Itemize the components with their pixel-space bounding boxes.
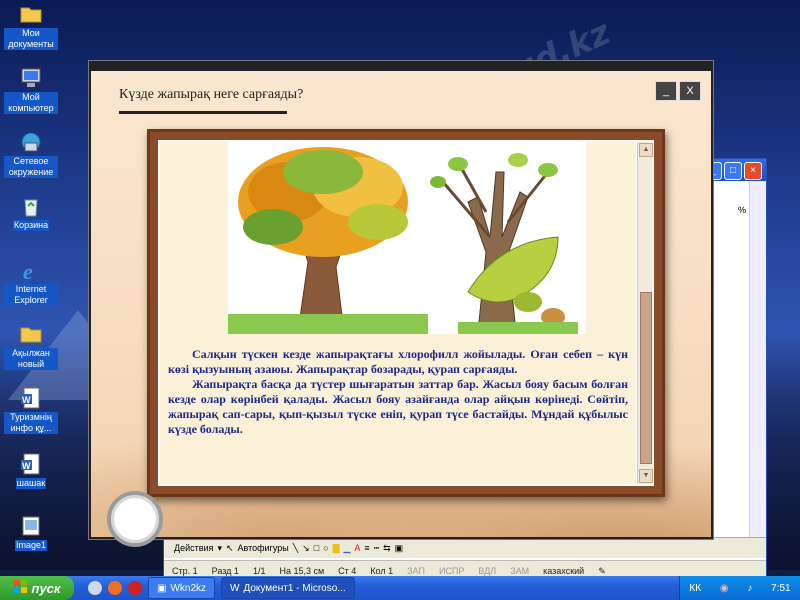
taskbar-item-wkn2kz[interactable]: ▣ Wkn2kz — [148, 577, 216, 599]
desktop-icon-label: Internet Explorer — [4, 284, 58, 306]
line-icon[interactable]: ╲ — [293, 543, 298, 554]
shadow-icon[interactable]: ▣ — [395, 543, 404, 554]
title-underline — [119, 111, 287, 114]
desktop-icon-turizm[interactable]: W Туризмнің инфо құ... — [4, 386, 58, 434]
task-label: Wkn2kz — [170, 582, 207, 594]
rectangle-icon[interactable]: □ — [314, 543, 319, 553]
clock[interactable]: 7:51 — [771, 583, 790, 594]
svg-text:W: W — [22, 395, 31, 405]
desktop-icon-label: шашак — [15, 478, 47, 489]
quick-launch — [74, 581, 142, 595]
arrow-icon[interactable]: ↘ — [302, 543, 310, 554]
actions-menu[interactable]: Действия — [174, 543, 213, 553]
content-scrollbar[interactable]: ▲ ▼ — [637, 142, 653, 484]
content-area: Салқын түскен кезде жапырақтағы хлорофил… — [158, 140, 654, 486]
word-doc-icon: W — [19, 386, 43, 410]
desktop-icon-akylzhan[interactable]: Ақылжан новый — [4, 322, 58, 370]
status-ovr[interactable]: ЗАМ — [510, 566, 529, 576]
desktop-icon-label: Мой компьютер — [4, 92, 58, 114]
task-label: Документ1 - Microso... — [243, 582, 346, 594]
status-language: казахский — [543, 566, 585, 576]
autumn-trees-illustration — [228, 142, 586, 334]
start-button[interactable]: пуск — [0, 576, 74, 600]
content-panel: Салқын түскен кезде жапырақтағы хлорофил… — [160, 142, 636, 484]
svg-text:e: e — [23, 259, 33, 282]
desktop-icon-my-computer[interactable]: Мой компьютер — [4, 66, 58, 114]
opera-icon[interactable] — [128, 581, 142, 595]
autoshapes-menu[interactable]: Автофигуры — [238, 543, 289, 553]
word-maximize-button[interactable]: □ — [724, 162, 742, 180]
lesson-paragraph: Салқын түскен кезде жапырақтағы хлорофил… — [168, 347, 628, 376]
desktop-icon-image1[interactable]: Image1 — [4, 514, 58, 551]
windows-logo-icon — [13, 579, 28, 597]
fill-color-icon[interactable]: ▇ — [333, 543, 340, 554]
antivirus-icon[interactable]: ◉ — [720, 583, 729, 594]
desktop-icon-recycle-bin[interactable]: Корзина — [4, 194, 58, 231]
chevron-down-icon: ▾ — [217, 542, 222, 553]
media-player-icon[interactable] — [108, 581, 122, 595]
word-close-button[interactable]: × — [744, 162, 762, 180]
computer-icon — [19, 66, 43, 90]
status-position: На 15,3 см — [279, 566, 325, 576]
system-tray: КК ◉ ♪ 7:51 — [679, 576, 800, 600]
lesson-text: Салқын түскен кезде жапырақтағы хлорофил… — [168, 347, 628, 437]
folder-icon — [19, 2, 43, 26]
desktop-icon-my-documents[interactable]: Мои документы — [4, 2, 58, 50]
svg-text:W: W — [22, 461, 31, 471]
volume-icon[interactable]: ♪ — [747, 583, 752, 594]
navigation-circle-button[interactable] — [107, 491, 163, 547]
scroll-up-button[interactable]: ▲ — [639, 143, 653, 157]
show-desktop-icon[interactable] — [88, 581, 102, 595]
status-pages: 1/1 — [252, 566, 266, 576]
word-drawing-toolbar: Действия ▾ ↖ Автофигуры ╲ ↘ □ ○ ▇ ▁ A ≡ … — [164, 537, 766, 558]
status-section: Разд 1 — [211, 566, 239, 576]
desktop-icon-label: Туризмнің инфо құ... — [4, 412, 58, 434]
dash-style-icon[interactable]: ┅ — [374, 543, 379, 554]
lesson-window: Күзде жапырақ неге сарғаяды? _ X Салқын … — [88, 60, 714, 547]
desktop-icon-shashak[interactable]: W шашак — [4, 452, 58, 489]
word-vertical-scrollbar[interactable] — [749, 181, 766, 537]
lesson-window-body: Күзде жапырақ неге сарғаяды? _ X Салқын … — [91, 71, 711, 547]
minimize-button[interactable]: _ — [655, 81, 677, 101]
arrow-style-icon[interactable]: ⇆ — [383, 543, 391, 554]
desktop-icon-internet-explorer[interactable]: e Internet Explorer — [4, 258, 58, 306]
taskbar-item-word[interactable]: W Документ1 - Microso... — [221, 577, 355, 599]
close-button[interactable]: X — [679, 81, 701, 101]
status-col: Кол 1 — [370, 566, 394, 576]
lesson-paragraph: Жапырақта басқа да түстер шығаратын затт… — [168, 377, 628, 436]
scroll-thumb[interactable] — [640, 292, 652, 464]
word-zoom-field[interactable]: % — [738, 205, 746, 215]
desktop-icon-label: Сетевое окружение — [4, 156, 58, 178]
oval-icon[interactable]: ○ — [323, 543, 328, 553]
language-indicator[interactable]: КК — [689, 583, 701, 594]
folder-icon — [19, 322, 43, 346]
image-icon — [19, 514, 43, 538]
desktop-icon-network[interactable]: Сетевое окружение — [4, 130, 58, 178]
spelling-icon[interactable]: ✎ — [598, 566, 606, 577]
status-ext[interactable]: ВДЛ — [478, 566, 496, 576]
desktop-icon-label: Image1 — [14, 540, 48, 551]
status-trk[interactable]: ИСПР — [439, 566, 464, 576]
start-label: пуск — [31, 580, 61, 596]
desktop-icon-label: Корзина — [12, 220, 50, 231]
line-style-icon[interactable]: ≡ — [364, 543, 369, 553]
recycle-bin-icon — [19, 194, 43, 218]
word-doc-icon: W — [19, 452, 43, 476]
pointer-icon[interactable]: ↖ — [226, 543, 234, 554]
status-line: Ст 4 — [338, 566, 357, 576]
scroll-down-button[interactable]: ▼ — [639, 469, 653, 483]
network-icon — [19, 130, 43, 154]
status-rec[interactable]: ЗАП — [407, 566, 425, 576]
app-window-icon: ▣ — [157, 582, 167, 594]
page-title: Күзде жапырақ неге сарғаяды? — [119, 87, 304, 102]
ie-icon: e — [19, 258, 43, 284]
desktop-icon-label: Ақылжан новый — [4, 348, 58, 370]
status-page: Стр. 1 — [172, 566, 198, 576]
taskbar: пуск ▣ Wkn2kz W Документ1 - Microso... К… — [0, 576, 800, 600]
line-color-icon[interactable]: ▁ — [343, 543, 350, 554]
font-color-icon[interactable]: A — [354, 543, 360, 553]
desktop-icon-label: Мои документы — [4, 28, 58, 50]
word-doc-icon: W — [230, 582, 240, 594]
content-frame: Салқын түскен кезде жапырақтағы хлорофил… — [147, 129, 665, 497]
